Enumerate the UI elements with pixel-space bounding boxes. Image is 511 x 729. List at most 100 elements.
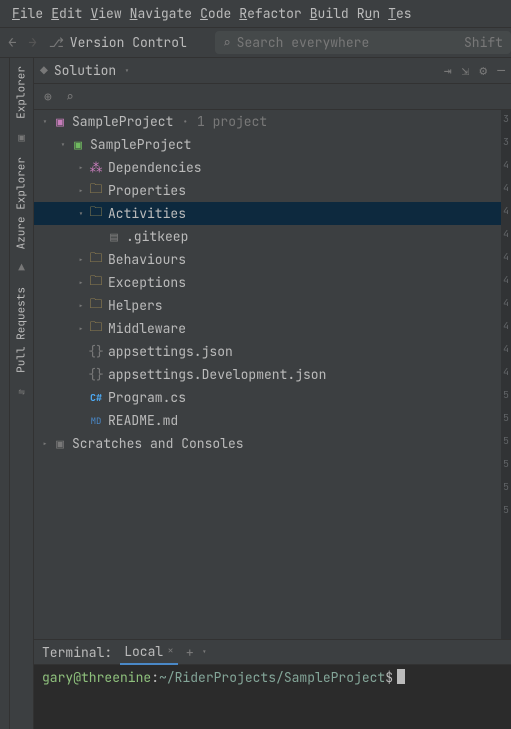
menu-refactor[interactable]: Refactor [239,5,301,22]
search-hint: Shift [464,34,503,51]
terminal-dropdown-icon[interactable]: ▾ [202,646,207,658]
tree-item[interactable]: 🗀Behaviours [34,248,501,271]
tree-label: SampleProject [72,113,173,130]
tree-project[interactable]: ▣ SampleProject [34,133,501,156]
nav-forward-icon[interactable]: → [28,34,36,52]
tree-item[interactable]: MD README.md [34,409,501,432]
solution-tree: ▣ SampleProject · 1 project ▣ SampleProj… [34,110,501,639]
expand-chevron-icon[interactable] [74,208,88,220]
tree-label: README.md [108,412,178,429]
menu-file[interactable]: File [12,5,43,22]
solution-icon: ◆ [40,62,48,79]
solution-panel-header: ◆ Solution ▾ ⇥ ⇲ ⚙ — [34,58,511,84]
tree-label: Activities [108,205,186,222]
vc-label-text: Version Control [70,34,187,51]
folder-icon: 🗀 [88,318,104,340]
gutter-line: 3 [503,135,509,148]
terminal-content[interactable]: gary@threenine:~/RiderProjects/SamplePro… [34,665,511,690]
tree-label: Dependencies [108,159,202,176]
gutter-line: 5 [503,434,509,447]
menu-run[interactable]: Run [357,5,380,22]
solution-title[interactable]: Solution [54,62,116,79]
tab-explorer[interactable]: Explorer [10,58,33,127]
add-terminal-icon[interactable]: + [186,644,194,661]
gutter-line: 5 [503,503,509,516]
explorer-icon: ▣ [10,127,33,149]
dependencies-icon: ⁂ [88,159,104,176]
locate-icon[interactable]: ⊕ [44,88,52,105]
expand-chevron-icon[interactable] [74,162,88,174]
gutter-line: 4 [503,273,509,286]
solution-toolbar: ⊕ ⌕ [34,84,511,110]
tree-scratches[interactable]: ▣ Scratches and Consoles [34,432,501,455]
tree-item[interactable]: C# Program.cs [34,386,501,409]
tree-item[interactable]: 🗀Helpers [34,294,501,317]
tree-item[interactable]: 🗀Middleware [34,317,501,340]
navigation-bar: ← → ⎇ Version Control ⌕ Search everywher… [0,28,511,58]
tree-label: Properties [108,182,186,199]
search-placeholder: Search everywhere [237,34,370,51]
menu-navigate[interactable]: Navigate [130,5,192,22]
search-everywhere-input[interactable]: ⌕ Search everywhere Shift [215,31,511,54]
tree-label: appsettings.json [108,343,233,360]
gutter-line: 4 [503,342,509,355]
tab-azure-explorer[interactable]: Azure Explorer [10,149,33,257]
menu-edit[interactable]: Edit [51,5,82,22]
tree-label: Program.cs [108,389,186,406]
menu-code[interactable]: Code [200,5,231,22]
expand-chevron-icon[interactable] [74,185,88,197]
tree-item[interactable]: {}appsettings.Development.json [34,363,501,386]
tree-item[interactable]: 🗀Exceptions [34,271,501,294]
gutter-line: 4 [503,227,509,240]
collapse-all-icon[interactable]: ⇲ [462,62,470,79]
search-tree-icon[interactable]: ⌕ [66,88,74,105]
tree-item[interactable]: 🗀Properties [34,179,501,202]
expand-chevron-icon[interactable] [74,323,88,335]
tab-pull-requests[interactable]: Pull Requests [10,279,33,381]
gutter-line: 4 [503,204,509,217]
tree-item[interactable]: ▤.gitkeep [34,225,501,248]
gutter-line: 4 [503,158,509,171]
scroll-from-source-icon[interactable]: ⇥ [444,62,452,79]
folder-icon: 🗀 [88,272,104,294]
gutter-line: 4 [503,181,509,194]
minimize-icon[interactable]: — [497,62,505,79]
terminal-title: Terminal: [42,644,112,661]
expand-chevron-icon[interactable] [56,139,70,151]
expand-chevron-icon[interactable] [74,277,88,289]
expand-chevron-icon[interactable] [74,254,88,266]
tree-label: Exceptions [108,274,186,291]
csharp-icon: C# [88,391,104,404]
tree-root-solution[interactable]: ▣ SampleProject · 1 project [34,110,501,133]
editor-gutter: 334444444444555555 [501,110,511,639]
tree-item[interactable]: {}appsettings.json [34,340,501,363]
menu-view[interactable]: View [90,5,121,22]
terminal-user: gary@threenine [42,669,151,686]
json-icon: {} [88,366,104,383]
menu-build[interactable]: Build [310,5,349,22]
csproj-icon: ▣ [70,136,86,153]
markdown-icon: MD [88,415,104,427]
terminal-tab-local[interactable]: Local × [120,640,178,665]
branch-icon: ⎇ [49,34,64,51]
folder-icon: 🗀 [88,180,104,202]
terminal-cursor [397,669,405,684]
gutter-line: 5 [503,388,509,401]
menu-tests[interactable]: Tes [388,5,411,22]
json-icon: {} [88,343,104,360]
expand-chevron-icon[interactable] [38,438,52,450]
settings-gear-icon[interactable]: ⚙ [479,62,487,79]
expand-chevron-icon[interactable] [74,300,88,312]
folder-icon: 🗀 [88,295,104,317]
gutter-line: 3 [503,112,509,125]
tree-item[interactable]: 🗀Activities [34,202,501,225]
chevron-down-icon[interactable]: ▾ [124,65,129,77]
gutter-line: 4 [503,319,509,332]
close-icon[interactable]: × [167,644,174,658]
version-control-widget[interactable]: ⎇ Version Control [49,34,187,51]
nav-back-icon[interactable]: ← [8,34,16,52]
tree-item[interactable]: ⁂Dependencies [34,156,501,179]
left-edge-rail [0,58,10,729]
terminal-panel: Terminal: Local × + ▾ gary@threenine:~/R… [34,639,511,729]
expand-chevron-icon[interactable] [38,116,52,128]
